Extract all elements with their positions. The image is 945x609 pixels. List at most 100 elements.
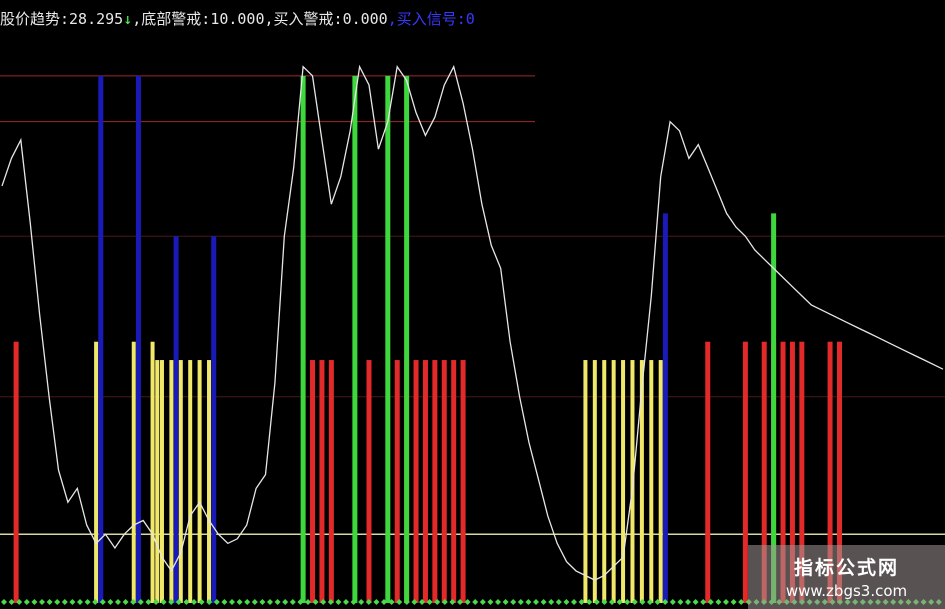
yellow-bar-3 [155, 360, 160, 603]
baseline-diamond-icon-91 [692, 599, 699, 605]
baseline-diamond-icon-11 [84, 599, 91, 605]
trend-down-arrow-icon: ↓ [123, 10, 133, 28]
buy-signal-value: 0 [465, 10, 475, 28]
yellow-bar-1 [131, 341, 136, 603]
baseline-diamond-icon-31 [236, 599, 243, 605]
baseline-diamond-icon-73 [555, 599, 562, 605]
baseline-diamond-icon-5 [39, 599, 45, 605]
baseline-diamond-icon-64 [487, 599, 494, 605]
green-bar-3 [404, 75, 410, 604]
yellow-bar-6 [178, 360, 183, 603]
baseline-diamond-icon-33 [251, 599, 258, 605]
baseline-diamond-icon-30 [229, 599, 235, 605]
baseline-diamond-icon-4 [31, 599, 38, 605]
baseline-diamond-icon-10 [77, 599, 83, 605]
yellow-bar-9 [207, 360, 212, 603]
yellow-bar-15 [630, 360, 635, 603]
red-bar-10 [441, 360, 447, 603]
yellow-bar-4 [159, 360, 164, 603]
baseline-diamond-icon-90 [685, 599, 691, 605]
baseline-diamond-icon-36 [274, 599, 281, 605]
baseline-diamond-icon-34 [259, 599, 266, 605]
buy-warning-label: ,买入警戒: [264, 10, 343, 28]
red-bar-8 [422, 360, 428, 603]
blue-bar-0 [98, 75, 104, 604]
green-bar-2 [385, 75, 391, 604]
baseline-diamond-icon-65 [495, 599, 501, 605]
baseline-diamond-icon-74 [563, 599, 570, 605]
baseline-diamond-icon-8 [61, 599, 68, 605]
baseline-diamond-icon-7 [54, 599, 61, 605]
baseline-diamond-icon-71 [540, 599, 547, 605]
bottom-warning-label: ,底部警戒: [132, 10, 211, 28]
baseline-diamond-icon-44 [335, 599, 342, 605]
red-bar-4 [366, 360, 372, 603]
baseline-diamond-icon-14 [107, 599, 114, 605]
red-bar-7 [413, 360, 419, 603]
baseline-diamond-icon-37 [282, 599, 289, 605]
yellow-bar-10 [583, 360, 588, 603]
watermark: 指标公式网 www.zbgs3.com [748, 545, 945, 609]
baseline-diamond-icon-69 [525, 599, 532, 605]
red-bar-1 [310, 360, 316, 603]
baseline-diamond-icon-32 [244, 599, 251, 605]
red-bar-12 [460, 360, 466, 603]
watermark-url: www.zbgs3.com [785, 582, 908, 600]
baseline-diamond-icon-75 [571, 599, 577, 605]
yellow-bar-0 [94, 341, 99, 603]
baseline-diamond-icon-94 [715, 599, 722, 605]
baseline-diamond-icon-95 [723, 599, 729, 605]
yellow-bar-5 [169, 360, 174, 603]
baseline-diamond-icon-70 [533, 599, 539, 605]
red-bar-0 [13, 341, 19, 603]
blue-bar-2 [173, 236, 179, 603]
yellow-bar-8 [197, 360, 202, 603]
green-bar-0 [300, 75, 306, 604]
yellow-bar-18 [658, 360, 663, 603]
baseline-diamond-icon-3 [23, 599, 30, 605]
baseline-diamond-icon-29 [221, 599, 228, 605]
yellow-bar-11 [592, 360, 597, 603]
watermark-title: 指标公式网 [793, 557, 899, 579]
red-bar-2 [319, 360, 325, 603]
baseline-diamond-icon-72 [548, 599, 555, 605]
yellow-bar-2 [150, 341, 155, 603]
baseline-diamond-icon-35 [267, 599, 273, 605]
baseline-diamond-icon-45 [343, 599, 349, 605]
baseline-diamond-icon-82 [624, 599, 631, 605]
baseline-diamond-icon-62 [472, 599, 479, 605]
baseline-diamond-icon-68 [517, 599, 524, 605]
red-bar-3 [328, 360, 334, 603]
baseline-diamond-icon-15 [115, 599, 121, 605]
red-bar-13 [705, 341, 711, 603]
baseline-diamond-icon-0 [1, 599, 7, 605]
trend-value: 28.295 [69, 10, 124, 28]
baseline-diamond-icon-9 [69, 599, 76, 605]
baseline-diamond-icon-89 [677, 599, 684, 605]
indicator-readout: 股价趋势:28.295↓,底部警戒:10.000,买入警戒:0.000,买入信号… [0, 8, 475, 30]
baseline-diamond-icon-16 [122, 599, 129, 605]
baseline-diamond-icon-47 [358, 599, 365, 605]
baseline-diamond-icon-67 [510, 599, 517, 605]
green-bar-1 [352, 75, 358, 604]
red-bar-9 [432, 360, 438, 603]
bottom-warning-value: 10.000 [210, 10, 265, 28]
baseline-diamond-icon-49 [373, 599, 380, 605]
yellow-bar-7 [188, 360, 193, 603]
indicator-chart [0, 64, 945, 605]
baseline-diamond-icon-66 [502, 599, 509, 605]
trend-label: 股价趋势: [0, 10, 70, 28]
yellow-bar-12 [602, 360, 607, 603]
baseline-diamond-icon-6 [46, 599, 53, 605]
baseline-diamond-icon-63 [479, 599, 486, 605]
baseline-diamond-icon-38 [289, 599, 296, 605]
baseline-diamond-icon-19 [145, 599, 152, 605]
buy-signal-label: ,买入信号: [387, 10, 466, 28]
blue-bar-4 [662, 213, 668, 604]
baseline-diamond-icon-88 [669, 599, 676, 605]
red-bar-5 [394, 360, 400, 603]
baseline-diamond-icon-96 [730, 599, 737, 605]
blue-bar-3 [211, 236, 217, 603]
yellow-bar-14 [621, 360, 626, 603]
buy-warning-value: 0.000 [342, 10, 388, 28]
